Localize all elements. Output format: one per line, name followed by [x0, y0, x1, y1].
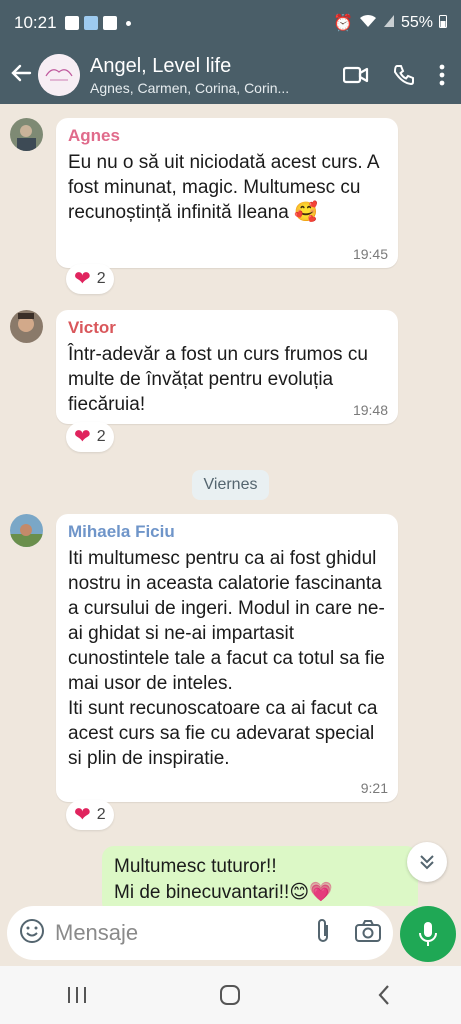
- message-input[interactable]: [55, 920, 285, 946]
- more-vert-icon[interactable]: [439, 64, 445, 86]
- heart-icon: ❤: [74, 804, 91, 826]
- back-nav-icon[interactable]: [364, 975, 404, 1015]
- recent-apps-icon[interactable]: [57, 975, 97, 1015]
- date-divider: Viernes: [191, 470, 270, 500]
- video-call-icon[interactable]: [343, 65, 369, 85]
- heart-icon: ❤: [74, 268, 91, 290]
- arrow-left-icon[interactable]: [0, 62, 38, 88]
- chat-header: Angel, Level life Agnes, Carmen, Corina,…: [0, 46, 461, 104]
- input-pill: [7, 906, 393, 960]
- system-navigation-bar: [0, 966, 461, 1024]
- emoji-icon[interactable]: [19, 918, 45, 949]
- message-bubble[interactable]: Agnes Eu nu o să uit niciodată acest cur…: [56, 118, 398, 268]
- message-time: 9:21: [360, 780, 388, 796]
- youtube-icon: [102, 16, 117, 30]
- mic-button[interactable]: [400, 906, 456, 962]
- phone-icon[interactable]: [393, 64, 415, 86]
- message-text: Eu nu o să uit niciodată acest curs. A f…: [68, 152, 384, 223]
- status-time: 10:21: [14, 13, 57, 32]
- reaction-count: 2: [96, 270, 106, 287]
- avatar[interactable]: [10, 310, 43, 343]
- reaction-badge[interactable]: ❤ 2: [66, 264, 114, 294]
- more-notifications-dot: [125, 20, 131, 26]
- message-text: Iti multumesc pentru ca ai fost ghidul n…: [68, 548, 385, 769]
- chat-titles[interactable]: Angel, Level life Agnes, Carmen, Corina,…: [90, 55, 343, 96]
- avatar[interactable]: [10, 514, 43, 547]
- scroll-to-bottom-button[interactable]: [407, 842, 447, 882]
- alarm-icon: ⏰: [333, 15, 353, 32]
- chat-area[interactable]: Agnes Eu nu o să uit niciodată acest cur…: [0, 104, 461, 906]
- gallery-icon: [64, 16, 79, 30]
- chevron-double-down-icon: [420, 855, 434, 870]
- message-bubble[interactable]: Mihaela Ficiu Iti multumesc pentru ca ai…: [56, 514, 398, 802]
- status-bar: 10:21 ⏰ 55%: [0, 0, 461, 46]
- wifi-icon: [359, 14, 377, 33]
- group-avatar[interactable]: [38, 54, 80, 96]
- heart-icon: ❤: [74, 426, 91, 448]
- signal-icon: [383, 14, 395, 33]
- message-bubble[interactable]: Victor Într-adevăr a fost un curs frumos…: [56, 310, 398, 424]
- message-sender[interactable]: Mihaela Ficiu: [68, 522, 386, 542]
- status-notification-icons: [64, 16, 131, 30]
- avatar[interactable]: [10, 118, 43, 151]
- chat-participants: Agnes, Carmen, Corina, Corin...: [90, 79, 290, 96]
- battery-percentage: 55%: [400, 14, 433, 31]
- message-sender[interactable]: Agnes: [68, 126, 386, 146]
- battery-icon: [439, 14, 447, 33]
- reaction-count: 2: [96, 428, 106, 445]
- camera-icon[interactable]: [355, 919, 381, 947]
- mic-icon: [419, 922, 437, 946]
- message-composer: [0, 906, 461, 966]
- paperclip-icon[interactable]: [315, 918, 331, 949]
- message-time: 19:48: [352, 402, 388, 418]
- app-notification-icon: [83, 16, 98, 30]
- message-time: 19:45: [352, 246, 388, 262]
- reaction-badge[interactable]: ❤ 2: [66, 422, 114, 452]
- reaction-badge[interactable]: ❤ 2: [66, 800, 114, 830]
- home-icon[interactable]: [210, 975, 250, 1015]
- message-sender[interactable]: Victor: [68, 318, 386, 338]
- message-text: Într-adevăr a fost un curs frumos cu mul…: [68, 344, 374, 415]
- chat-title: Angel, Level life: [90, 54, 232, 77]
- outgoing-message[interactable]: Multumesc tuturor!! Mi de binecuvantari!…: [102, 846, 418, 906]
- reaction-count: 2: [96, 806, 106, 823]
